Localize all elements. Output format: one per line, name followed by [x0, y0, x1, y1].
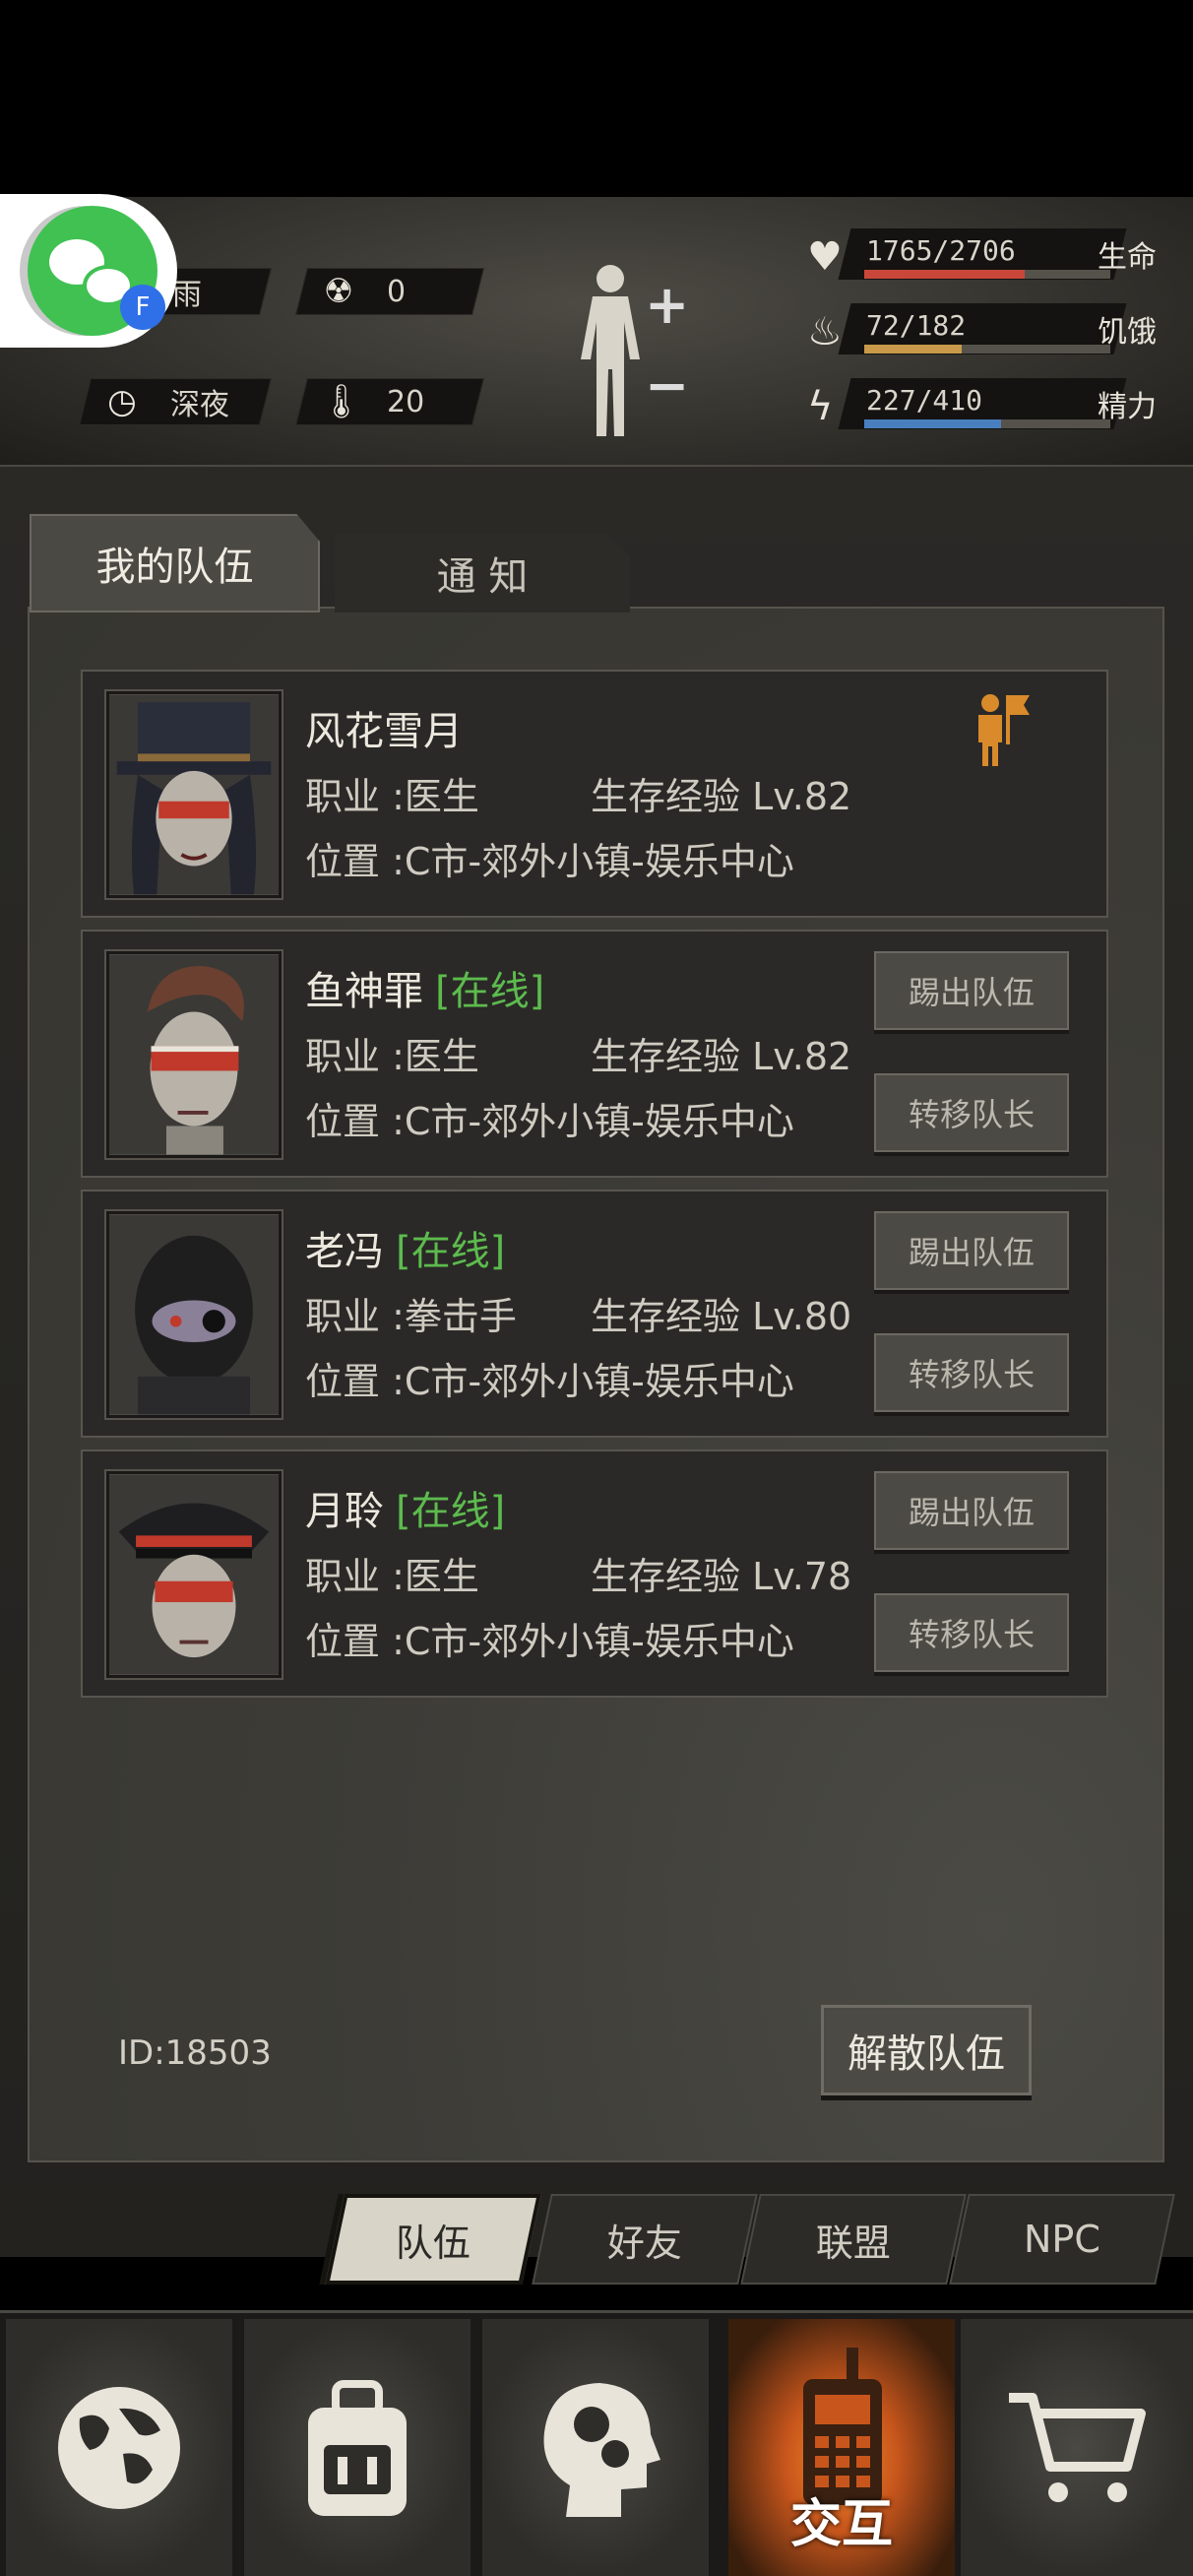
time-display: ◷ 深夜	[79, 378, 272, 425]
member-location: 位置 :C市-郊外小镇-娱乐中心	[305, 1100, 794, 1143]
radiation-display: ☢ 0	[295, 268, 484, 315]
member-exp: 生存经验 Lv.82	[591, 775, 852, 818]
energy-icon: ϟ	[807, 384, 834, 429]
wechat-badge: F	[120, 285, 165, 330]
online-status: [在线]	[396, 1489, 506, 1534]
thermometer-icon: 🌡	[320, 382, 363, 421]
transfer-leader-button[interactable]: 转移队长	[874, 1593, 1069, 1672]
member-name: 风花雪月	[305, 709, 463, 754]
status-area	[0, 0, 1193, 197]
hunger-value: 72/182	[866, 309, 967, 342]
avatar	[106, 1471, 282, 1678]
nav-skills[interactable]	[482, 2319, 709, 2576]
online-status: [在线]	[396, 1229, 506, 1274]
nav-interact-label: 交互	[789, 2495, 893, 2554]
online-status: [在线]	[435, 969, 545, 1014]
heart-icon: ♥	[807, 234, 843, 280]
kick-member-button[interactable]: 踢出队伍	[874, 1471, 1069, 1550]
subnav-alliance[interactable]: 联盟	[740, 2194, 967, 2285]
subnav-npc[interactable]: NPC	[949, 2194, 1175, 2285]
temperature-value: 20	[387, 384, 425, 419]
health-stat: ♥ 1765/2706 生命	[797, 228, 1171, 286]
kick-member-button[interactable]: 踢出队伍	[874, 1211, 1069, 1290]
member-card[interactable]: 月聆 [在线] 职业 :医生 生存经验 Lv.78 位置 :C市-郊外小镇-娱乐中…	[81, 1449, 1108, 1698]
tab-my-team[interactable]: 我的队伍	[30, 514, 320, 612]
nav-backpack[interactable]	[244, 2319, 471, 2576]
member-card[interactable]: 鱼神罪 [在线] 职业 :医生 生存经验 Lv.82 位置 :C市-郊外小镇-娱乐…	[81, 930, 1108, 1178]
backpack-icon	[308, 2379, 407, 2516]
transfer-leader-button[interactable]: 转移队长	[874, 1073, 1069, 1152]
hunger-stat: ♨ 72/182 饥饿	[797, 303, 1171, 360]
energy-value: 227/410	[866, 384, 983, 417]
avatar	[106, 691, 282, 898]
hunger-bar	[864, 345, 962, 354]
clock-icon: ◷	[107, 382, 137, 421]
temperature-display: 🌡 20	[295, 378, 484, 425]
hunger-label: 饥饿	[1098, 315, 1157, 350]
member-location: 位置 :C市-郊外小镇-娱乐中心	[305, 1620, 794, 1663]
add-body-icon[interactable]: +	[645, 274, 689, 336]
energy-bar	[864, 419, 1001, 428]
avatar	[106, 1211, 282, 1418]
remove-body-icon[interactable]: −	[645, 354, 689, 417]
energy-stat: ϟ 227/410 精力	[797, 378, 1171, 435]
health-value: 1765/2706	[866, 234, 1016, 267]
health-label: 生命	[1098, 240, 1157, 275]
radiation-value: 0	[387, 274, 407, 309]
disband-team-button[interactable]: 解散队伍	[821, 2005, 1032, 2095]
time-of-day: 深夜	[170, 388, 229, 422]
health-bar	[864, 270, 1025, 279]
cart-icon	[1009, 2392, 1146, 2502]
member-location: 位置 :C市-郊外小镇-娱乐中心	[305, 1360, 794, 1403]
member-name: 老冯 [在线]	[305, 1229, 506, 1274]
member-location: 位置 :C市-郊外小镇-娱乐中心	[305, 840, 794, 883]
member-card[interactable]: 风花雪月 职业 :医生 生存经验 Lv.82 位置 :C市-郊外小镇-娱乐中心	[81, 670, 1108, 918]
member-name: 月聆 [在线]	[305, 1489, 506, 1534]
skills-head-icon	[543, 2382, 660, 2517]
subnav-friends[interactable]: 好友	[532, 2194, 758, 2285]
avatar	[106, 951, 282, 1158]
stomach-icon: ♨	[807, 309, 843, 354]
nav-map[interactable]	[6, 2319, 232, 2576]
radiation-icon: ☢	[323, 272, 354, 311]
wechat-float-button[interactable]: F	[0, 194, 177, 348]
team-id: ID:18503	[118, 2033, 272, 2073]
member-job: 职业 :医生	[305, 775, 479, 818]
nav-shop[interactable]	[961, 2319, 1193, 2576]
member-job: 职业 :拳击手	[305, 1295, 517, 1338]
member-card[interactable]: 老冯 [在线] 职业 :拳击手 生存经验 Lv.80 位置 :C市-郊外小镇-娱乐…	[81, 1190, 1108, 1438]
globe-icon	[58, 2386, 180, 2509]
member-job: 职业 :医生	[305, 1035, 479, 1078]
transfer-leader-button[interactable]: 转移队长	[874, 1333, 1069, 1412]
member-exp: 生存经验 Lv.78	[591, 1555, 852, 1598]
subnav-team[interactable]: 队伍	[325, 2194, 541, 2285]
nav-interact[interactable]: 交互	[728, 2319, 955, 2576]
energy-label: 精力	[1098, 390, 1157, 424]
member-exp: 生存经验 Lv.80	[591, 1295, 852, 1338]
leader-flag-icon	[978, 694, 1030, 766]
member-name: 鱼神罪 [在线]	[305, 969, 545, 1014]
kick-member-button[interactable]: 踢出队伍	[874, 951, 1069, 1030]
member-job: 职业 :医生	[305, 1555, 479, 1598]
tab-notice[interactable]: 通 知	[335, 534, 630, 612]
member-exp: 生存经验 Lv.82	[591, 1035, 852, 1078]
